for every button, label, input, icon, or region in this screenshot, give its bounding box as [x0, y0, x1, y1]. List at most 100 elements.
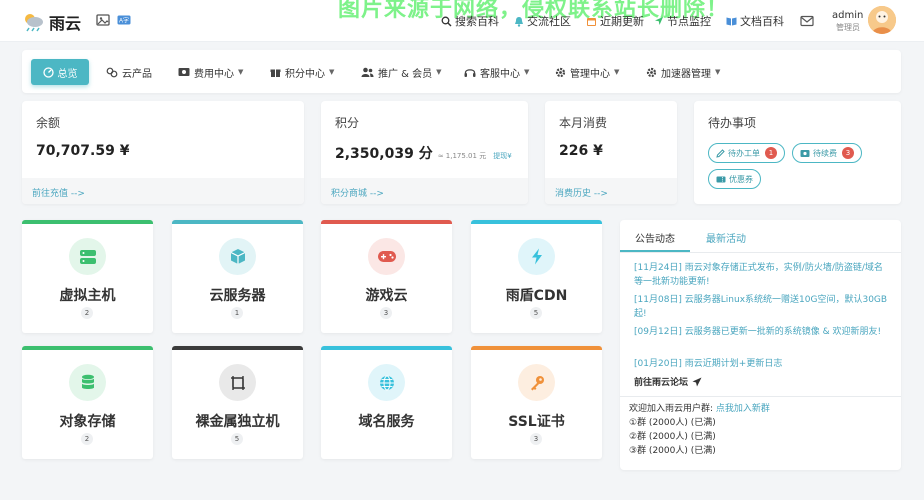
product-card-virtual-host[interactable]: 虚拟主机 2: [22, 220, 153, 333]
product-count: 5: [231, 433, 243, 445]
card-accent-bar: [321, 346, 452, 350]
users-icon: [361, 67, 374, 77]
chevron-down-icon: ▼: [329, 68, 335, 76]
pending-tickets-button[interactable]: 待办工单 1: [708, 143, 785, 163]
chip-icon: [219, 364, 256, 401]
ticket-icon: [716, 176, 726, 182]
announcement-item[interactable]: [11月24日] 雨云对象存储正式发布，实例/防火墙/防盗链/域名等一批新功能更…: [634, 261, 890, 289]
product-card-domain[interactable]: 域名服务: [321, 346, 452, 459]
announcement-item[interactable]: [01月20日] 雨云近期计划+更新日志: [634, 357, 890, 371]
product-count: 1: [231, 307, 243, 319]
mail-icon[interactable]: [800, 14, 814, 28]
menu-label: 客服中心: [480, 68, 520, 80]
menu-promotion[interactable]: 推广 & 会员 ▼: [361, 59, 442, 85]
menu-label: 总览: [57, 68, 78, 80]
announcements-panel: 公告动态 最新活动 [11月24日] 雨云对象存储正式发布，实例/防火墙/防盗链…: [620, 220, 901, 470]
product-count: 2: [81, 433, 93, 445]
menu-management[interactable]: 管理中心 ▼: [555, 59, 619, 85]
avatar[interactable]: [868, 6, 896, 34]
chevron-down-icon: ▼: [436, 68, 442, 76]
product-card-ssl[interactable]: SSL证书 3: [471, 346, 602, 459]
product-card-cloud-server[interactable]: 云服务器 1: [172, 220, 303, 333]
renewals-label: 待续费: [813, 148, 837, 158]
withdraw-link[interactable]: 提现¥: [493, 152, 511, 160]
menu-billing[interactable]: 费用中心 ▼: [178, 59, 243, 85]
gamepad-icon: [368, 238, 405, 275]
server-icon: [69, 238, 106, 275]
topnav-label: 文档百科: [740, 15, 784, 28]
card-accent-bar: [471, 346, 602, 350]
forum-link[interactable]: 前往雨云论坛: [634, 375, 702, 388]
topnav-docs[interactable]: 文档百科: [726, 13, 784, 29]
group-intro: 欢迎加入雨云用户群: 点我加入新群: [629, 403, 770, 416]
rain-cloud-logo-icon: [25, 14, 43, 32]
product-card-game-cloud[interactable]: 游戏云 3: [321, 220, 452, 333]
chevron-down-icon: ▼: [715, 68, 721, 76]
points-value-row: 2,350,039 分 ≈ 1,175.01 元提现¥: [335, 143, 512, 163]
recharge-link[interactable]: 前往充值 -->: [22, 178, 304, 204]
product-card-object-storage[interactable]: 对象存储 2: [22, 346, 153, 459]
menu-support[interactable]: 客服中心 ▼: [464, 59, 529, 85]
spend-history-link[interactable]: 消费历史 -->: [545, 178, 677, 204]
tickets-count-badge: 1: [765, 147, 777, 159]
card-accent-bar: [22, 346, 153, 350]
pending-renewals-button[interactable]: 待续费 3: [792, 143, 862, 163]
menu-points[interactable]: 积分中心 ▼: [270, 59, 334, 85]
user-info[interactable]: admin 管理员: [832, 10, 864, 33]
navigation-icon: [655, 17, 663, 25]
product-name: 虚拟主机: [59, 288, 116, 304]
forum-link-label: 前往雨云论坛: [634, 378, 689, 388]
book-icon: [726, 17, 737, 26]
card-accent-bar: [22, 220, 153, 224]
image-icon[interactable]: [96, 13, 110, 27]
topnav-community[interactable]: 交流社区: [514, 13, 571, 29]
announcement-item[interactable]: [09月12日] 云服务器已更新一批新的系统镜像 & 欢迎新朋友!: [634, 325, 890, 339]
product-card-cdn[interactable]: 雨盾CDN 5: [471, 220, 602, 333]
topnav-search[interactable]: 搜索百科: [441, 13, 499, 29]
card-accent-bar: [471, 220, 602, 224]
topnav-label: 节点监控: [667, 15, 711, 28]
topnav-label: 交流社区: [527, 15, 571, 28]
menu-label: 云产品: [122, 68, 152, 80]
coupons-label: 优惠券: [729, 174, 753, 184]
active-tab-indicator: [620, 250, 690, 252]
database-icon: [69, 364, 106, 401]
coupons-button[interactable]: 优惠券: [708, 169, 761, 189]
points-mall-link[interactable]: 积分商城 -->: [321, 178, 528, 204]
billing-icon: [178, 68, 190, 76]
announcement-item[interactable]: [11月08日] 云服务器Linux系统统一赠送10G空间，默认30GB起!: [634, 293, 890, 321]
product-name: 云服务器: [209, 288, 266, 304]
topnav-updates[interactable]: 近期更新: [586, 13, 644, 29]
menu-cloud-products[interactable]: 云产品: [106, 59, 152, 85]
topnav-monitor[interactable]: 节点监控: [654, 13, 711, 29]
avatar-image-icon: [868, 6, 896, 34]
menu-accelerator[interactable]: 加速器管理 ▼: [646, 59, 720, 85]
brand-name: 雨云: [49, 14, 82, 33]
top-header: 雨云 A字 图片来源于网络，侵权联系站长删除！ 搜索百科 交流社区 近期更新 节…: [0, 0, 924, 42]
bell-icon: [515, 16, 523, 27]
user-name: admin: [832, 10, 864, 21]
menu-overview[interactable]: 总览: [31, 59, 89, 85]
chevron-down-icon: ▼: [614, 68, 620, 76]
balance-value: 70,707.59 ¥: [36, 143, 130, 159]
main-menu: 总览 云产品 费用中心 ▼ 积分中心 ▼ 推广 & 会员 ▼ 客服中心 ▼ 管理中心 ▼ …: [22, 50, 901, 93]
product-name: SSL证书: [508, 414, 565, 430]
card-accent-bar: [172, 220, 303, 224]
product-name: 雨盾CDN: [505, 288, 568, 304]
section-divider: [620, 396, 901, 397]
product-card-bare-metal[interactable]: 裸金属独立机 5: [172, 346, 303, 459]
group-intro-text: 欢迎加入雨云用户群:: [629, 404, 716, 414]
product-name: 裸金属独立机: [195, 414, 280, 430]
tab-activities[interactable]: 最新活动: [706, 230, 746, 245]
monthly-title: 本月消费: [559, 116, 608, 130]
topnav-label: 近期更新: [600, 15, 644, 28]
cloud-products-icon: [106, 67, 118, 77]
search-icon: [441, 16, 452, 26]
translate-icon[interactable]: A字: [117, 13, 131, 27]
join-group-link[interactable]: 点我加入新群: [716, 404, 770, 414]
menu-label: 积分中心: [285, 68, 325, 80]
globe-icon: [368, 364, 405, 401]
brand-logo[interactable]: 雨云: [22, 10, 81, 34]
group-item: ①群 (2000人) (已满): [629, 418, 716, 428]
tab-announcements[interactable]: 公告动态: [635, 230, 675, 245]
